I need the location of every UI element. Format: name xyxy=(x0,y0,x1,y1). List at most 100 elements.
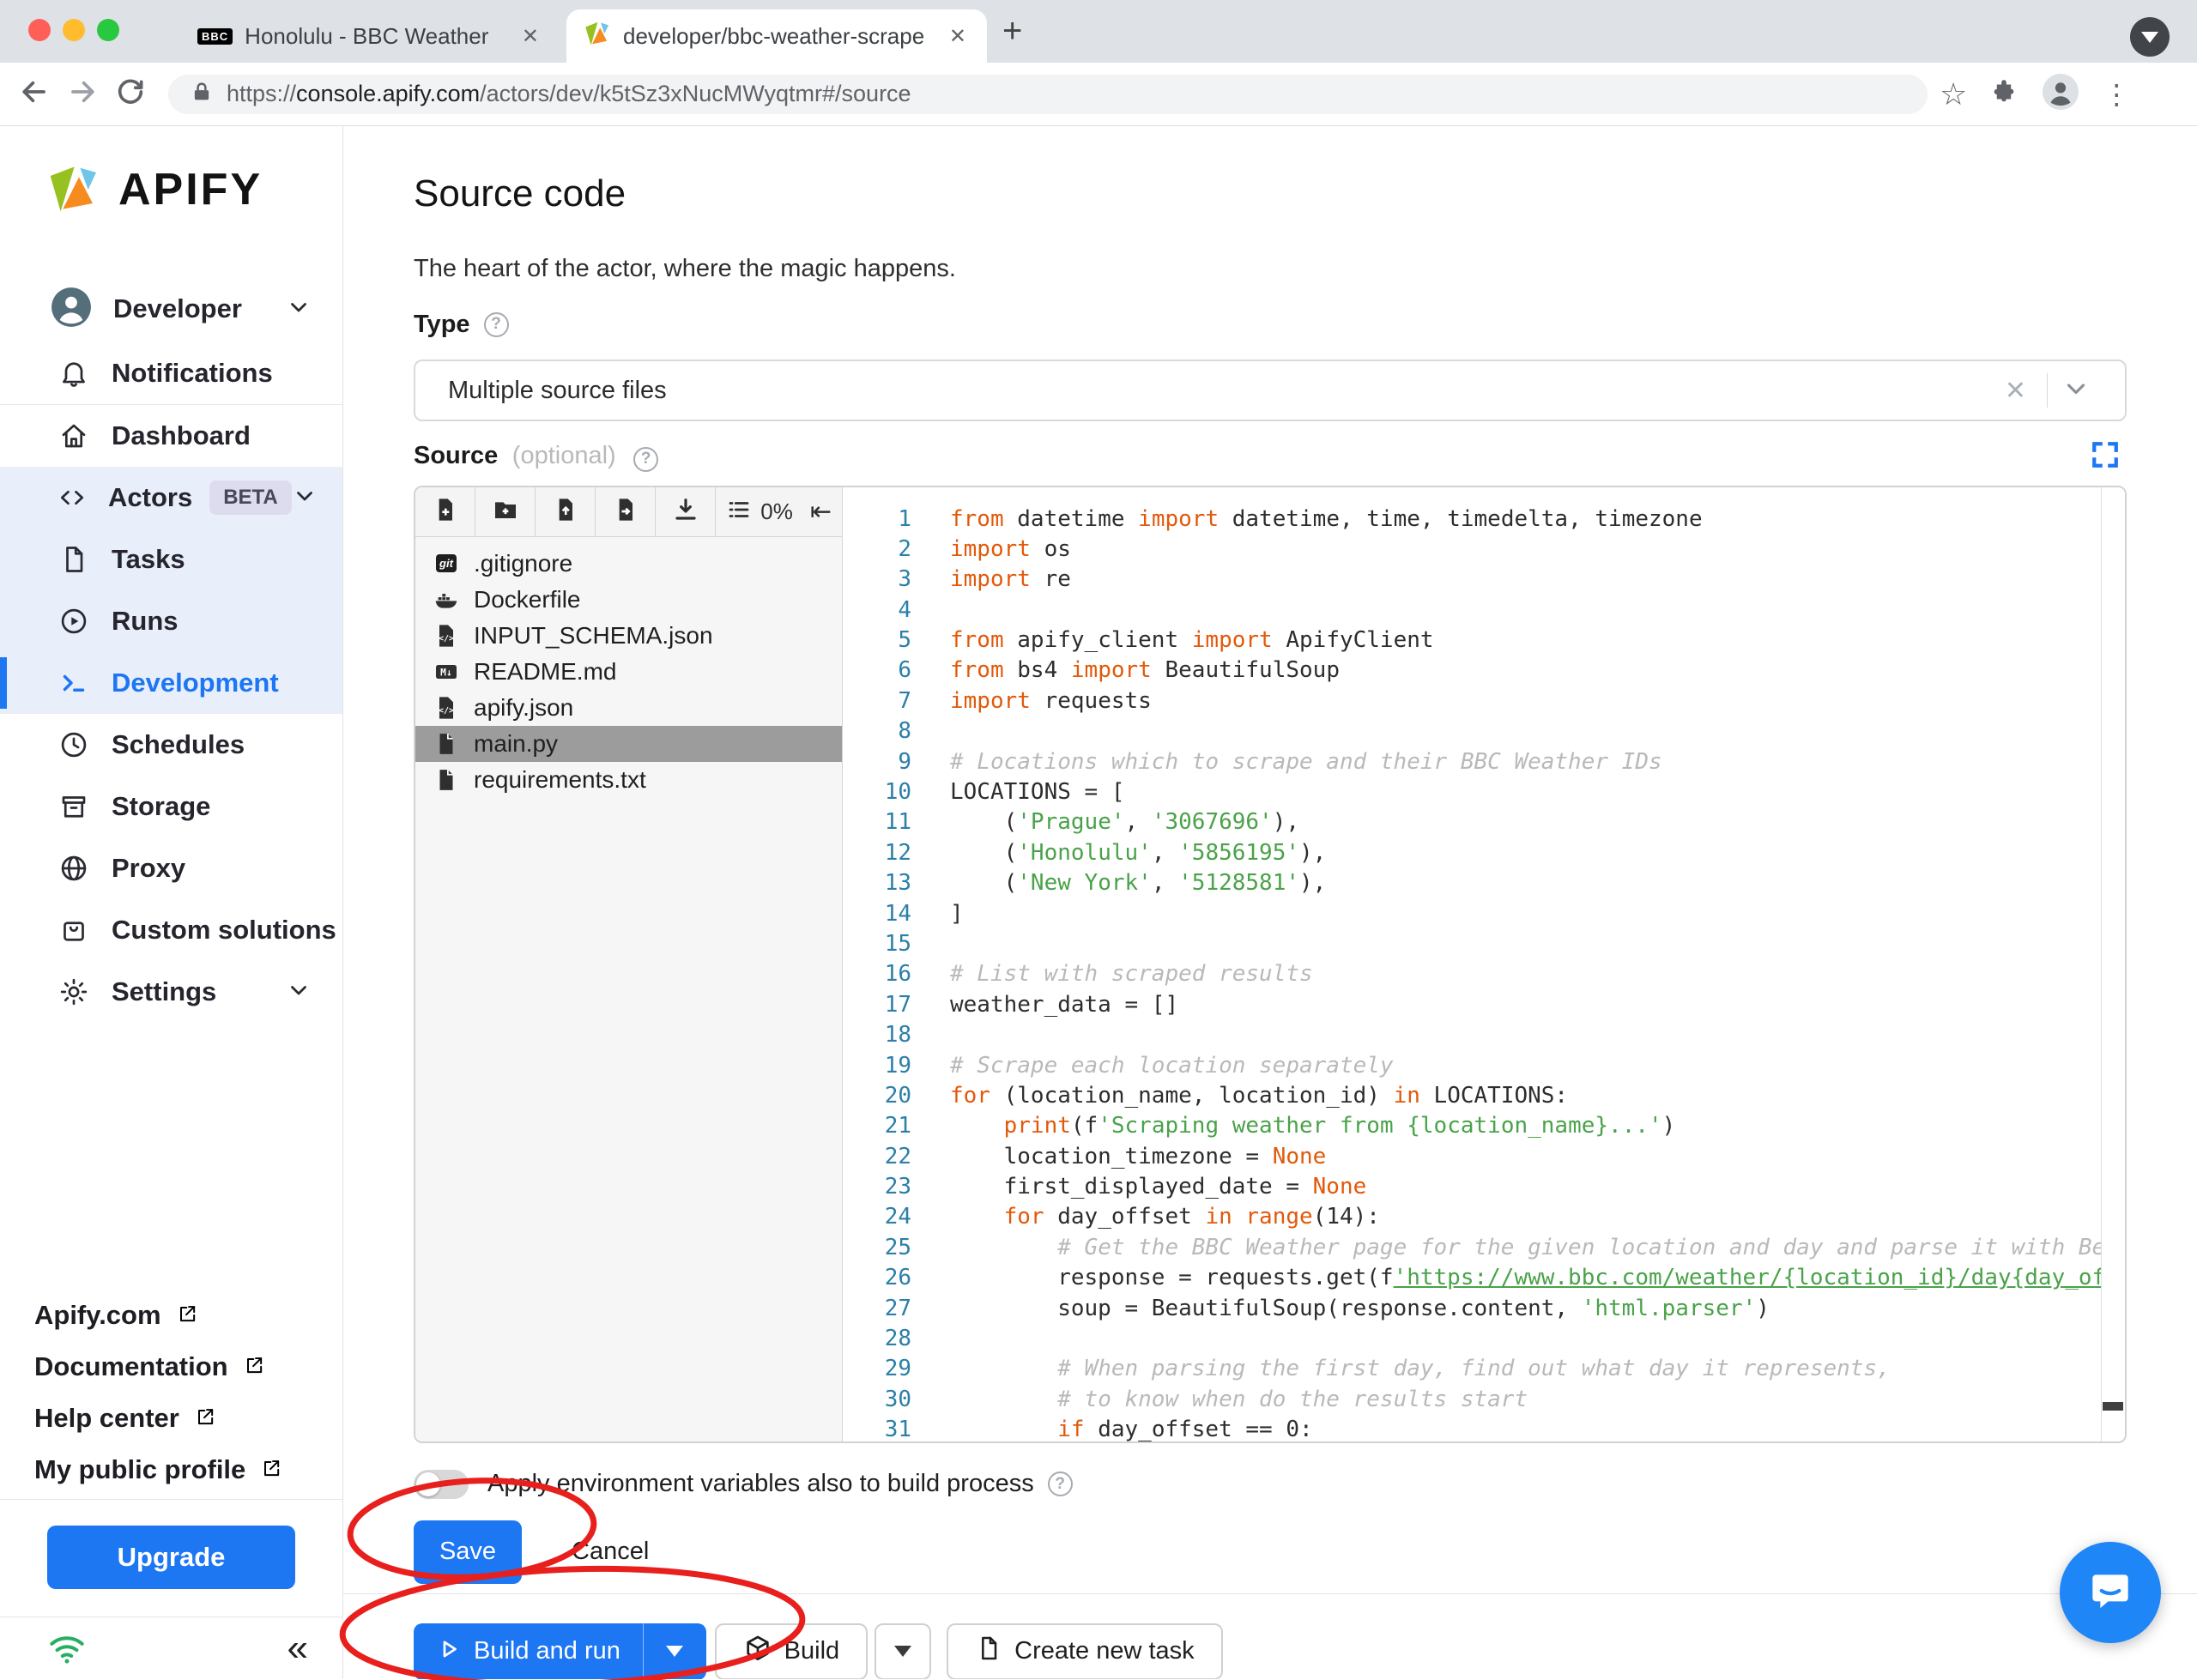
scrollbar-thumb[interactable] xyxy=(2103,1401,2123,1411)
file-plus-icon xyxy=(432,496,459,528)
file-INPUT_SCHEMA.json[interactable]: </> INPUT_SCHEMA.json xyxy=(415,618,842,654)
build-and-run-button[interactable]: Build and run xyxy=(414,1623,643,1679)
editor-scrollbar[interactable] xyxy=(2101,486,2125,1441)
browser-profile-avatar[interactable] xyxy=(2041,72,2080,116)
minimize-window-button[interactable] xyxy=(63,19,85,41)
forward-button[interactable] xyxy=(58,76,106,112)
navbar-right: ☆ ⋮ xyxy=(1940,72,2130,116)
sidebar-item-label: Notifications xyxy=(112,358,273,388)
archive-icon xyxy=(57,791,91,822)
line-number: 25 xyxy=(884,1234,911,1260)
file-README.md[interactable]: M↓ README.md xyxy=(415,654,842,690)
upgrade-button[interactable]: Upgrade xyxy=(47,1526,295,1589)
screen: BBC Honolulu - BBC Weather ✕ developer/b… xyxy=(0,0,2197,1680)
apify-favicon-icon xyxy=(582,20,611,53)
new-file-button[interactable] xyxy=(415,486,475,536)
env-vars-toggle[interactable] xyxy=(414,1469,469,1499)
code-line: 16 # List with scraped results xyxy=(843,959,2125,989)
sidebar-item-development[interactable]: Development xyxy=(0,652,342,714)
sidebar-item-tasks[interactable]: Tasks xyxy=(0,529,342,590)
save-button[interactable]: Save xyxy=(414,1520,522,1584)
build-dropdown-button[interactable] xyxy=(874,1623,931,1679)
upload-file-button[interactable] xyxy=(536,486,596,536)
bookmark-star-icon[interactable]: ☆ xyxy=(1940,76,1967,112)
clear-select-icon[interactable]: ✕ xyxy=(1984,376,2047,406)
sidebar-item-settings[interactable]: Settings xyxy=(0,961,342,1023)
tab-apify-console[interactable]: developer/bbc-weather-scrape ✕ xyxy=(566,9,987,63)
browser-navbar: https://console.apify.com/actors/dev/k5t… xyxy=(0,63,2197,126)
file-requirements.txt[interactable]: requirements.txt xyxy=(415,762,842,798)
type-select[interactable]: Multiple source files ✕ xyxy=(414,360,2127,421)
beta-badge: BETA xyxy=(209,480,292,515)
build-and-run-dropdown-button[interactable] xyxy=(642,1623,706,1679)
sidebar-link-help-center[interactable]: Help center xyxy=(0,1393,342,1444)
collapse-sidebar-button[interactable]: « xyxy=(287,1629,308,1667)
sidebar-item-label: Dashboard xyxy=(112,420,251,450)
file-upload-icon xyxy=(552,496,579,528)
sidebar-item-notifications[interactable]: Notifications xyxy=(0,342,342,404)
home-icon xyxy=(57,420,91,451)
reset-scroll-icon[interactable]: ⇤ xyxy=(810,497,832,527)
line-number: 30 xyxy=(884,1386,911,1412)
line-number: 18 xyxy=(884,1022,911,1048)
build-button[interactable]: Build xyxy=(714,1623,868,1679)
sidebar-links: Apify.com Documentation Help center My publ… xyxy=(0,1290,342,1499)
close-tab-icon[interactable]: ✕ xyxy=(517,24,544,49)
line-number: 27 xyxy=(884,1295,911,1321)
help-icon[interactable]: ? xyxy=(1047,1472,1073,1496)
file-import-icon xyxy=(612,496,639,528)
help-icon[interactable]: ? xyxy=(633,446,659,472)
line-number: 26 xyxy=(884,1265,911,1291)
sidebar-item-proxy[interactable]: Proxy xyxy=(0,837,342,899)
code-line: 17 weather_data = [] xyxy=(843,990,2125,1020)
file-apify.json[interactable]: </> apify.json xyxy=(415,690,842,726)
tab-bbc-weather[interactable]: BBC Honolulu - BBC Weather ✕ xyxy=(182,9,560,63)
file-.gitignore[interactable]: git .gitignore xyxy=(415,546,842,582)
docker-icon xyxy=(433,586,460,613)
reload-button[interactable] xyxy=(106,76,154,112)
browser-menu-icon[interactable]: ⋮ xyxy=(2103,78,2130,111)
sidebar-item-runs[interactable]: Runs xyxy=(0,590,342,652)
sidebar-item-actors[interactable]: Actors BETA xyxy=(0,467,342,529)
sidebar-link-my-public-profile[interactable]: My public profile xyxy=(0,1444,342,1496)
close-window-button[interactable] xyxy=(28,19,51,41)
sidebar-link-apify-com[interactable]: Apify.com xyxy=(0,1290,342,1341)
download-files-button[interactable] xyxy=(656,486,716,536)
sidebar-item-schedules[interactable]: Schedules xyxy=(0,714,342,776)
account-name: Developer xyxy=(113,293,242,323)
account-switcher[interactable]: Developer xyxy=(0,275,342,342)
apify-logo[interactable]: APIFY xyxy=(0,126,342,221)
file-Dockerfile[interactable]: Dockerfile xyxy=(415,582,842,618)
sidebar-item-storage[interactable]: Storage xyxy=(0,776,342,837)
file-name: requirements.txt xyxy=(474,765,646,793)
code-editor[interactable]: 1 from datetime import datetime, time, ti… xyxy=(843,486,2125,1441)
fullscreen-expand-icon[interactable] xyxy=(2091,440,2120,474)
code-line: 19 # Scrape each location separately xyxy=(843,1051,2125,1081)
create-new-task-button[interactable]: Create new task xyxy=(946,1623,1223,1679)
file-main.py[interactable]: main.py xyxy=(415,725,842,762)
line-number: 22 xyxy=(884,1143,911,1169)
back-button[interactable] xyxy=(10,76,58,112)
help-icon[interactable]: ? xyxy=(483,311,509,337)
code-line: 6 from bs4 import BeautifulSoup xyxy=(843,656,2125,686)
codefile-icon: </> xyxy=(433,694,460,722)
link-label: My public profile xyxy=(34,1454,246,1484)
chat-widget-button[interactable] xyxy=(2060,1542,2161,1643)
maximize-window-button[interactable] xyxy=(97,19,119,41)
play-circle-icon xyxy=(57,606,91,637)
close-tab-icon[interactable]: ✕ xyxy=(944,24,971,49)
chevron-down-icon[interactable] xyxy=(2048,374,2104,408)
import-file-button[interactable] xyxy=(596,486,656,536)
sidebar-item-dashboard[interactable]: Dashboard xyxy=(0,405,342,467)
sidebar-item-custom-solutions[interactable]: Custom solutions xyxy=(0,899,342,961)
sidebar-nav: Dashboard Actors BETA Tasks Runs Development S… xyxy=(0,405,342,1023)
sidebar-link-documentation[interactable]: Documentation xyxy=(0,1341,342,1393)
play-icon xyxy=(436,1636,462,1666)
url-bar[interactable]: https://console.apify.com/actors/dev/k5t… xyxy=(168,74,1928,114)
new-folder-button[interactable] xyxy=(475,486,536,536)
cancel-button[interactable]: Cancel xyxy=(563,1520,657,1584)
code-line: 24 for day_offset in range(14): xyxy=(843,1202,2125,1232)
tab-search-button[interactable] xyxy=(2130,17,2170,57)
new-tab-button[interactable]: + xyxy=(1002,12,1022,50)
extensions-puzzle-icon[interactable] xyxy=(1989,77,2018,111)
